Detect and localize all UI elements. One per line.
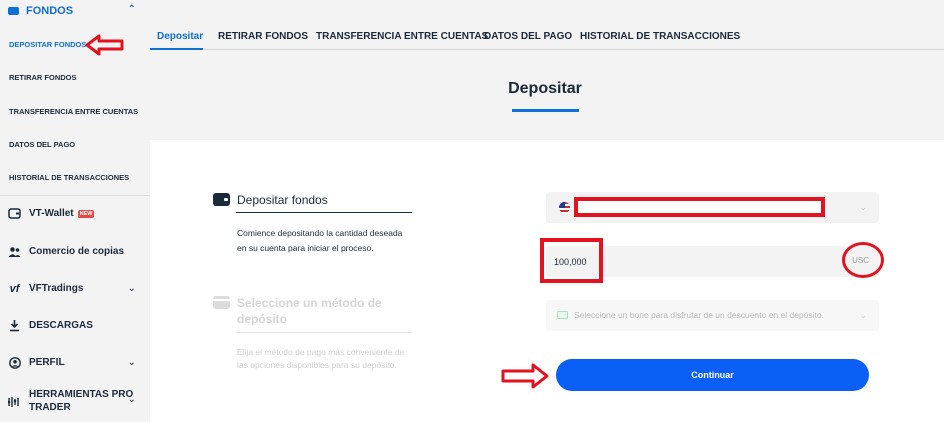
sidebar-section-label: FONDOS bbox=[26, 5, 74, 17]
credit-card-icon bbox=[213, 296, 230, 309]
tab-datos-pago[interactable]: DATOS DEL PAGO bbox=[484, 31, 572, 42]
chevron-down-icon[interactable]: ⌄ bbox=[128, 357, 136, 368]
tab-retirar-fondos[interactable]: RETIRAR FONDOS bbox=[218, 31, 308, 42]
step2-description: Elija el método de pago más conveniente … bbox=[237, 347, 405, 370]
sidebar-item-vt-wallet[interactable]: VT-Wallet NEW bbox=[8, 207, 95, 220]
wallet-icon bbox=[8, 7, 19, 15]
tools-icon bbox=[8, 395, 21, 408]
tab-bar: Depositar RETIRAR FONDOS TRANSFERENCIA E… bbox=[150, 22, 944, 50]
annotation-arrow-left bbox=[85, 34, 124, 56]
chevron-up-icon: ⌃ bbox=[127, 4, 136, 15]
sidebar-item-label: PERFIL bbox=[29, 357, 65, 368]
tab-depositar[interactable]: Depositar bbox=[157, 31, 203, 42]
step1-description: Comience depositando la cantidad deseada… bbox=[237, 228, 403, 253]
step1-divider bbox=[236, 212, 412, 213]
new-badge: NEW bbox=[77, 209, 95, 218]
sidebar-divider bbox=[0, 195, 150, 196]
chevron-down-icon: ⌄ bbox=[859, 310, 867, 320]
bonus-select[interactable]: Seleccione un bono para disfrutar de un … bbox=[546, 300, 879, 331]
step1-title: Depositar fondos bbox=[237, 193, 328, 207]
annotation-arrow-right bbox=[501, 363, 549, 389]
sidebar-item-transferencia[interactable]: TRANSFERENCIA ENTRE CUENTAS bbox=[9, 107, 138, 116]
sidebar-item-vftradings[interactable]: vf VFTradings bbox=[8, 282, 84, 295]
currency-highlight-annotation bbox=[842, 242, 884, 278]
active-tab-indicator bbox=[150, 48, 203, 50]
chevron-down-icon[interactable]: ⌄ bbox=[128, 283, 136, 294]
sidebar-item-perfil[interactable]: PERFIL bbox=[8, 356, 65, 369]
sidebar-item-datos-pago[interactable]: DATOS DEL PAGO bbox=[9, 140, 75, 149]
tab-transferencia[interactable]: TRANSFERENCIA ENTRE CUENTAS bbox=[316, 31, 488, 42]
sidebar-item-label: VT-Wallet bbox=[29, 208, 74, 219]
page-title: Depositar bbox=[508, 80, 582, 97]
bonus-placeholder: Seleccione un bono para disfrutar de un … bbox=[574, 310, 824, 320]
continue-button[interactable]: Continuar bbox=[556, 359, 869, 391]
sidebar-item-comercio-copias[interactable]: Comercio de copias bbox=[8, 245, 124, 258]
sidebar-item-herramientas[interactable]: HERRAMIENTAS PRO TRADER bbox=[8, 388, 133, 414]
sidebar-item-historial[interactable]: HISTORIAL DE TRANSACCIONES bbox=[9, 173, 129, 182]
sidebar-item-descargas[interactable]: DESCARGAS bbox=[8, 319, 93, 332]
step2-divider bbox=[236, 332, 412, 333]
us-flag-icon bbox=[559, 202, 570, 213]
sidebar-section-fondos[interactable]: FONDOS ⌃ bbox=[0, 0, 150, 22]
wallet-icon bbox=[8, 207, 21, 220]
sidebar-item-retirar-fondos[interactable]: RETIRAR FONDOS bbox=[9, 73, 77, 82]
tab-historial[interactable]: HISTORIAL DE TRANSACCIONES bbox=[580, 31, 740, 42]
sidebar-item-label: VFTradings bbox=[29, 283, 84, 294]
title-underline bbox=[512, 109, 579, 112]
amount-highlight-annotation bbox=[540, 238, 603, 283]
redacted-account-annotation bbox=[574, 197, 825, 217]
vf-logo-icon: vf bbox=[9, 282, 20, 295]
people-icon bbox=[8, 245, 21, 258]
sidebar: FONDOS ⌃ DEPOSITAR FONDOS RETIRAR FONDOS… bbox=[0, 0, 150, 422]
sidebar-item-label: DESCARGAS bbox=[29, 320, 93, 331]
user-icon bbox=[8, 356, 21, 369]
step2-title: Seleccione un método de depósito bbox=[237, 296, 382, 326]
sidebar-item-depositar-fondos[interactable]: DEPOSITAR FONDOS bbox=[9, 40, 86, 49]
ticket-icon bbox=[557, 311, 568, 319]
download-icon bbox=[8, 319, 21, 332]
chevron-down-icon[interactable]: ⌄ bbox=[128, 394, 136, 405]
sidebar-item-label: HERRAMIENTAS PRO bbox=[29, 389, 134, 400]
sidebar-item-label-group: HERRAMIENTAS PRO TRADER bbox=[29, 388, 133, 414]
sidebar-item-label-line2: TRADER bbox=[29, 402, 71, 413]
wallet-icon bbox=[213, 193, 230, 206]
chevron-down-icon: ⌄ bbox=[859, 202, 867, 212]
sidebar-item-label: Comercio de copias bbox=[29, 246, 125, 257]
